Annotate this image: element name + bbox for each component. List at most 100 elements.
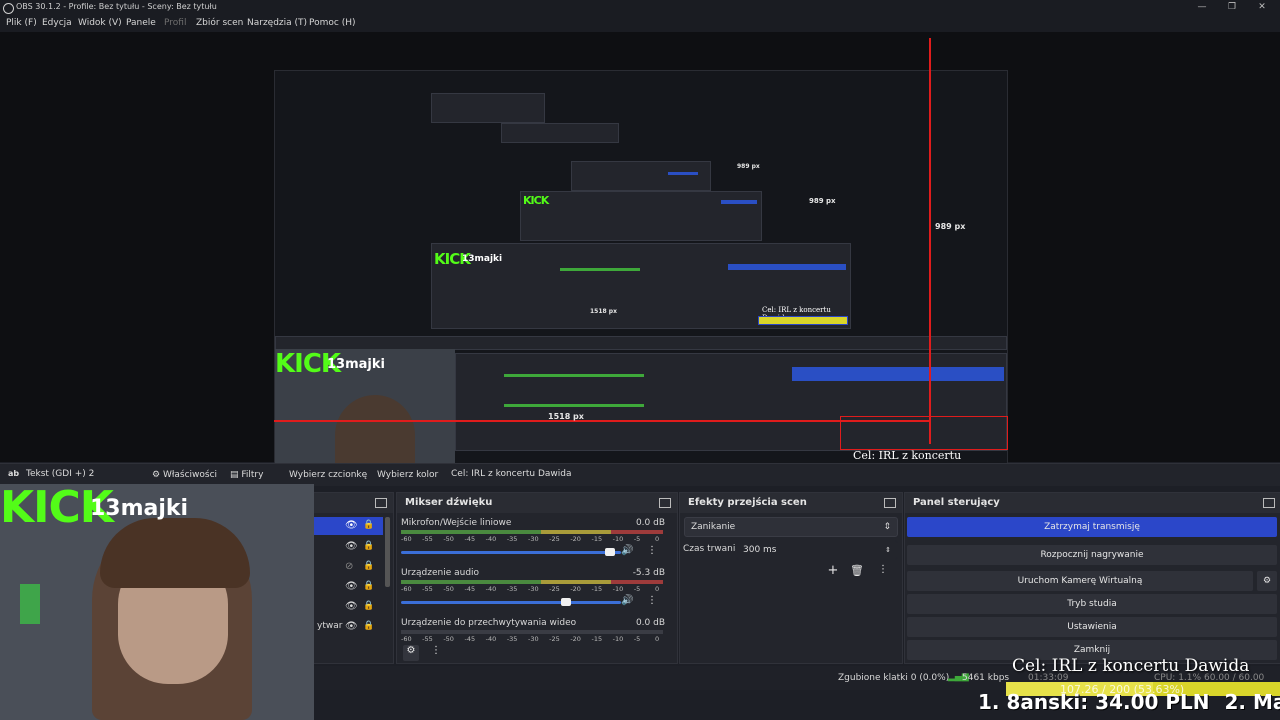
sources-dock-title	[311, 493, 393, 513]
meter-tick-label: -50	[443, 635, 454, 643]
controls-title: Panel sterujący	[905, 493, 1280, 513]
meter-tick-label: -60	[401, 585, 412, 593]
channel-name: Urządzenie do przechwytywania wideo	[401, 618, 577, 628]
volume-slider[interactable]	[401, 598, 621, 606]
meter-tick-label: -35	[506, 585, 518, 593]
maximize-button[interactable]: ❐	[1220, 1, 1244, 14]
visibility-eye-icon[interactable]: 👁	[345, 541, 358, 552]
goal-title: Cel: IRL z koncertu Dawida	[1012, 656, 1250, 676]
channel-db: 0.0 dB	[635, 518, 665, 528]
filters-button[interactable]: ▤ Filtry	[222, 466, 271, 484]
width-guide-line	[274, 420, 930, 422]
meter-tick-label: -40	[485, 635, 497, 643]
more-options-icon[interactable]: ⋮	[647, 545, 657, 556]
person-hair	[100, 518, 250, 588]
filters-label: Filtry	[241, 470, 264, 480]
studio-mode-button[interactable]: Tryb studia	[907, 594, 1277, 614]
nested-active-button	[721, 200, 757, 204]
meter-tick-label: -5	[633, 535, 641, 543]
minimize-button[interactable]: —	[1190, 1, 1214, 14]
meter-tick-label: -55	[422, 535, 433, 543]
properties-button[interactable]: ⚙ Właściwości	[144, 466, 225, 484]
visibility-eye-icon[interactable]: 👁	[345, 581, 358, 592]
visibility-eye-icon[interactable]: 👁	[345, 601, 358, 612]
speaker-icon[interactable]: 🔊	[621, 545, 633, 556]
trash-icon[interactable]: 🗑	[850, 564, 864, 577]
duration-label: Czas trwania	[683, 544, 741, 554]
nested-level-3b	[501, 123, 619, 143]
more-options-icon[interactable]: ⋮	[647, 595, 657, 606]
lock-icon[interactable]: 🔒	[363, 581, 374, 591]
transition-select[interactable]: Zanikanie ⇕	[684, 517, 898, 537]
speaker-icon[interactable]: 🔊	[621, 595, 633, 606]
transition-menu-icon[interactable]: ⋮	[878, 564, 888, 575]
channel-name: 13majki	[90, 496, 189, 521]
mixer-menu-icon[interactable]: ⋮	[431, 645, 441, 656]
meter-tick-label: -10	[612, 535, 624, 543]
menu-profile[interactable]: Profil	[164, 18, 186, 28]
visibility-hidden-icon[interactable]: ⊘	[345, 561, 353, 572]
virtual-camera-settings-gear-icon[interactable]: ⚙	[1257, 571, 1277, 591]
menu-file[interactable]: Plik (F)	[6, 18, 37, 28]
undock-icon[interactable]	[659, 498, 671, 508]
visibility-eye-icon[interactable]: 👁	[345, 621, 358, 632]
start-recording-button[interactable]: Rozpocznij nagrywanie	[907, 545, 1277, 565]
menu-edit[interactable]: Edycja	[42, 18, 72, 28]
meter-tick-label: -25	[549, 535, 560, 543]
meter-tick-label: -15	[591, 585, 603, 593]
controls-dock: Panel sterujący Zatrzymaj transmisję Roz…	[904, 492, 1280, 664]
lock-icon[interactable]: 🔒	[363, 541, 374, 551]
meter-tick-label: -25	[549, 635, 560, 643]
volume-slider[interactable]	[401, 548, 621, 556]
meter-tick-label: 0	[655, 635, 660, 643]
choose-color-button[interactable]: Wybierz kolor	[369, 466, 446, 484]
add-transition-icon[interactable]: +	[824, 563, 842, 579]
meter-tick-label: -55	[422, 635, 433, 643]
undock-icon[interactable]	[884, 498, 896, 508]
selection-box[interactable]	[840, 416, 1008, 450]
start-virtual-camera-button[interactable]: Uruchom Kamerę Wirtualną	[907, 571, 1253, 591]
nested-meter	[504, 404, 644, 407]
meter-tick-label: -20	[570, 635, 581, 643]
volume-slider-handle[interactable]	[605, 548, 615, 556]
stop-streaming-button[interactable]: Zatrzymaj transmisję	[907, 517, 1277, 537]
scene-transitions-title: Efekty przejścia scen	[680, 493, 902, 513]
volume-meter	[401, 580, 663, 584]
nested-goal-bar	[758, 316, 848, 325]
width-measure-label: 1518 px	[548, 412, 584, 421]
gear-icon: ⚙	[152, 470, 163, 480]
preview-canvas[interactable]: KICK KICK 13majki 1518 px Cel: IRL z kon…	[0, 32, 1280, 484]
bitrate: 5461 kbps	[962, 673, 1010, 683]
undock-icon[interactable]	[375, 498, 387, 508]
sources-scrollbar[interactable]	[385, 517, 390, 587]
close-button[interactable]: ✕	[1250, 1, 1274, 14]
choose-font-button[interactable]: Wybierz czcionkę	[281, 466, 375, 484]
lock-icon[interactable]: 🔒	[363, 561, 374, 571]
donor-1: 1. 8anski: 34.00 PLN	[978, 690, 1210, 714]
nested-active-button	[728, 264, 846, 270]
nested-width-label: 1518 px	[590, 308, 617, 315]
settings-button[interactable]: Ustawienia	[907, 617, 1277, 637]
menu-help[interactable]: Pomoc (H)	[309, 18, 356, 28]
duration-spinbox[interactable]: 300 ms ⇕	[736, 540, 898, 560]
menu-bar: Plik (F) Edycja Widok (V) Panele Profil …	[0, 16, 1280, 32]
updown-arrow-icon: ⇕	[885, 546, 891, 554]
audio-mixer-title: Mikser dźwięku	[397, 493, 677, 513]
meter-tick-label: -40	[485, 585, 497, 593]
lock-icon[interactable]: 🔒	[363, 621, 374, 631]
menu-tools[interactable]: Narzędzia (T)	[247, 18, 307, 28]
updown-arrow-icon: ⇕	[883, 522, 891, 532]
volume-slider-handle[interactable]	[561, 598, 571, 606]
channel-name: Urządzenie audio	[401, 568, 480, 578]
lock-icon[interactable]: 🔒	[363, 601, 374, 611]
menu-scene-collection[interactable]: Zbiór scen	[196, 18, 243, 28]
lock-icon[interactable]: 🔒	[363, 520, 374, 530]
visibility-eye-icon[interactable]: 👁	[345, 520, 358, 531]
undock-icon[interactable]	[1263, 498, 1275, 508]
scene-transitions-dock: Efekty przejścia scen Zanikanie ⇕ Czas tr…	[679, 492, 903, 664]
obs-logo-icon	[3, 3, 14, 14]
menu-view[interactable]: Widok (V)	[78, 18, 122, 28]
menu-docks[interactable]: Panele	[126, 18, 156, 28]
meter-tick-label: -30	[528, 585, 539, 593]
advanced-audio-gear-icon[interactable]: ⚙	[403, 645, 419, 661]
